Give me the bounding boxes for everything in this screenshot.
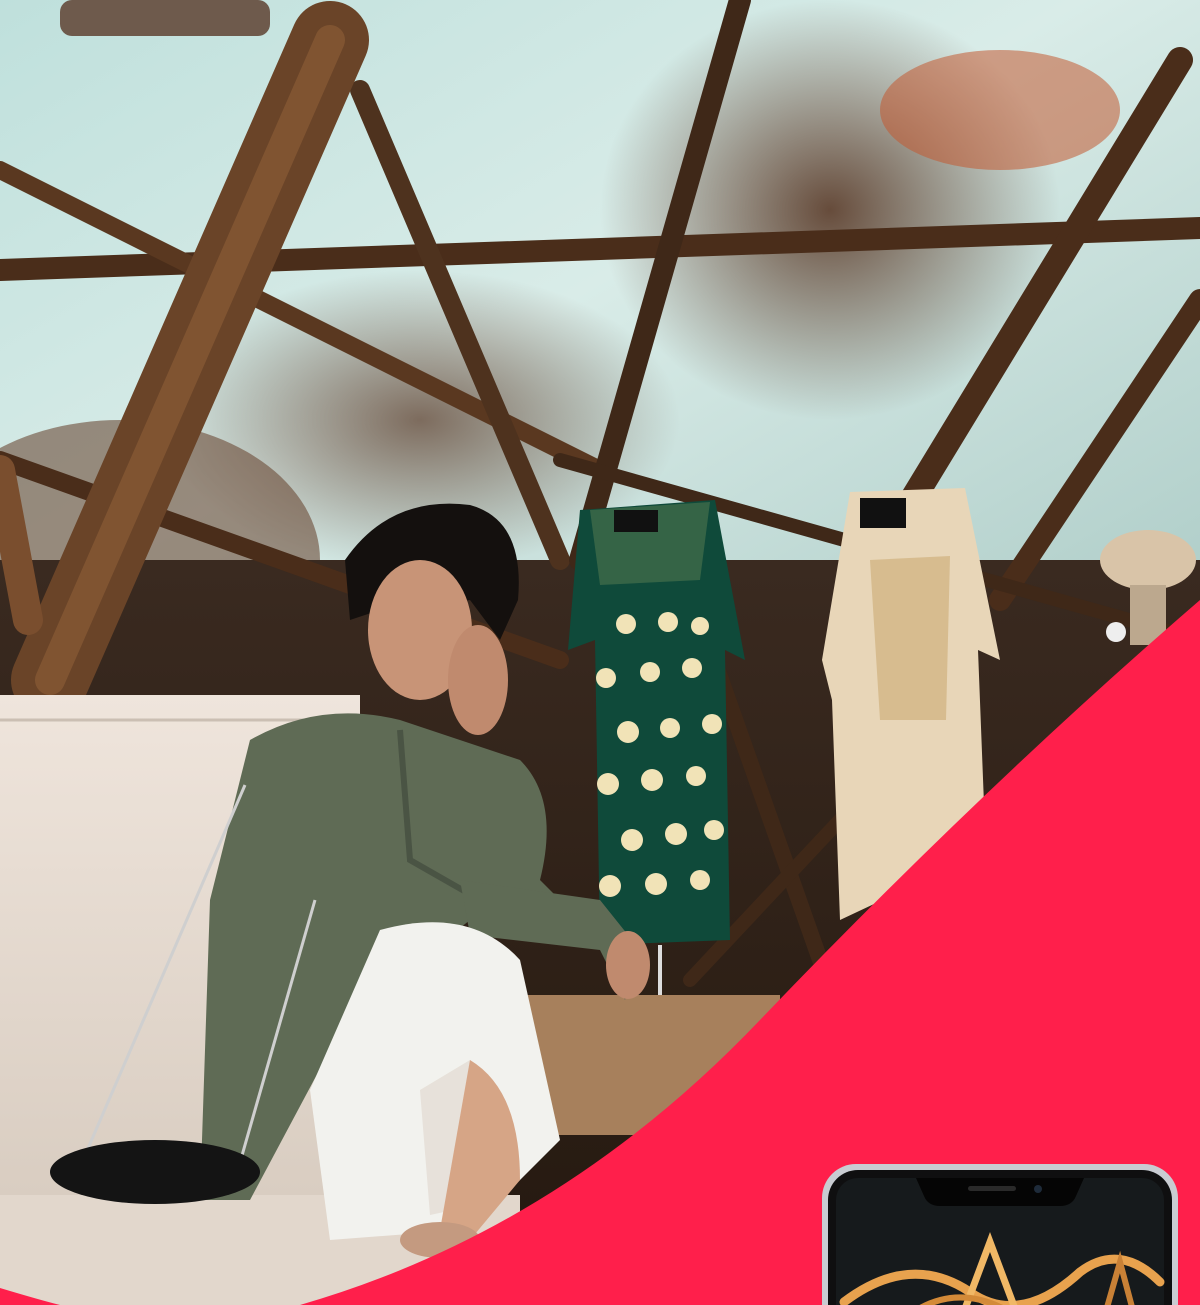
camera-dot-icon	[1034, 1185, 1042, 1193]
hero-image	[0, 0, 1200, 1305]
wall-shadow-figure	[880, 50, 1120, 170]
smartphone-icon	[822, 1164, 1178, 1305]
rope-bundle	[60, 0, 270, 36]
background-photo	[0, 0, 1200, 1305]
